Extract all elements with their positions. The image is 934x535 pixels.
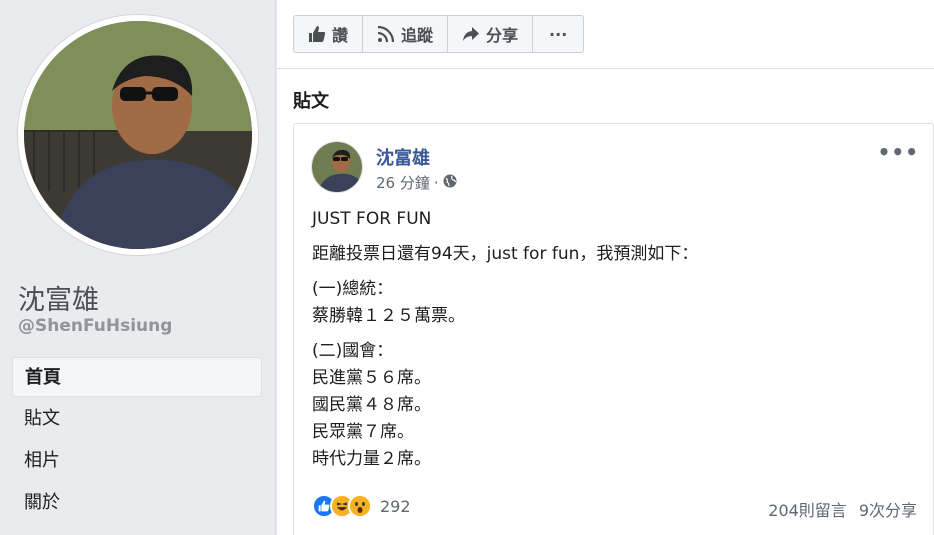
post-options-button[interactable]: •••	[878, 140, 919, 164]
main-column: 讚 追蹤 分享 ··· 貼文 沈富雄 26 分鐘 · ••• JUST FOR …	[277, 0, 934, 535]
divider	[277, 68, 934, 69]
share-label: 分享	[486, 26, 519, 45]
reaction-summary[interactable]: 292	[312, 494, 411, 518]
nav-item-about[interactable]: 關於	[12, 483, 262, 523]
nav-item-posts[interactable]: 貼文	[12, 399, 262, 439]
post-title: JUST FOR FUN	[312, 209, 432, 229]
post-intro: 距離投票日還有94天，just for fun，我預測如下：	[312, 244, 699, 264]
post-stats: 204則留言 9次分享	[768, 497, 917, 521]
share-page-button[interactable]: 分享	[448, 16, 534, 52]
reaction-count: 292	[380, 496, 411, 516]
page-handle[interactable]: @ShenFuHsiung	[18, 316, 172, 336]
rss-icon	[377, 25, 395, 43]
profile-picture[interactable]	[24, 21, 252, 249]
post-author-avatar[interactable]	[311, 141, 363, 193]
section-line: 民進黨５６席。	[312, 368, 431, 388]
share-count-link[interactable]: 9次分享	[859, 497, 917, 521]
post-timestamp[interactable]: 26 分鐘	[376, 172, 430, 193]
like-label: 讚	[332, 26, 349, 45]
section-line: 民眾黨７席。	[312, 422, 414, 442]
post-meta: 26 分鐘 ·	[376, 172, 457, 193]
page-action-toolbar: 讚 追蹤 分享 ···	[293, 15, 585, 53]
post-section-president: (一)總統： 蔡勝韓１２５萬票。	[312, 276, 912, 330]
more-dots-icon: ···	[549, 24, 568, 44]
section-line: 國民黨４８席。	[312, 395, 431, 415]
post-author-name[interactable]: 沈富雄	[376, 144, 430, 170]
nav-item-home[interactable]: 首頁	[12, 357, 262, 397]
post-content: JUST FOR FUN 距離投票日還有94天，just for fun，我預測…	[312, 206, 912, 481]
share-arrow-icon	[462, 25, 480, 43]
page-nav: 首頁 貼文 相片 關於	[12, 357, 262, 525]
page-sidebar: 沈富雄 @ShenFuHsiung 首頁 貼文 相片 關於	[0, 0, 276, 535]
more-options-button[interactable]: ···	[533, 16, 583, 52]
profile-picture-frame[interactable]	[18, 15, 258, 255]
wow-reaction-icon	[348, 494, 372, 518]
posts-section-title: 貼文	[293, 91, 329, 112]
nav-item-photos[interactable]: 相片	[12, 441, 262, 481]
follow-page-button[interactable]: 追蹤	[363, 16, 449, 52]
section-line: 時代力量２席。	[312, 449, 431, 469]
thumbs-up-icon	[308, 25, 326, 43]
comment-count-link[interactable]: 204則留言	[768, 497, 847, 521]
meta-separator: ·	[433, 173, 439, 192]
section-heading: (二)國會：	[312, 341, 394, 361]
page-name[interactable]: 沈富雄	[18, 278, 99, 317]
post-card: 沈富雄 26 分鐘 · ••• JUST FOR FUN 距離投票日還有94天，…	[293, 123, 934, 535]
follow-label: 追蹤	[401, 26, 434, 45]
section-line: 蔡勝韓１２５萬票。	[312, 306, 465, 326]
like-page-button[interactable]: 讚	[294, 16, 364, 52]
post-section-legislature: (二)國會： 民進黨５６席。 國民黨４８席。 民眾黨７席。 時代力量２席。	[312, 338, 912, 473]
globe-icon[interactable]	[443, 174, 457, 192]
section-heading: (一)總統：	[312, 279, 394, 299]
